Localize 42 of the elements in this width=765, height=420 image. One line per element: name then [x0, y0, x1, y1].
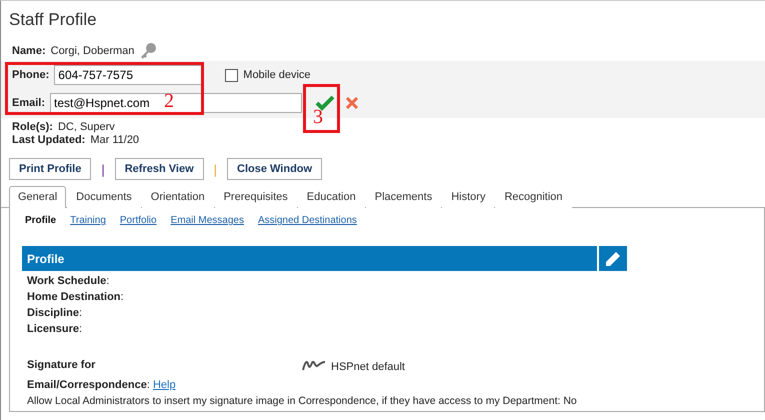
annotation-number: 2 — [164, 90, 174, 113]
field-label: Discipline: — [26, 307, 84, 321]
annotation-frame — [303, 84, 340, 133]
signature-label: Signature for — [27, 359, 96, 371]
separator: | — [101, 162, 105, 176]
pencil-icon — [605, 250, 621, 266]
roles-value: DC, Superv — [58, 120, 115, 133]
toolbar-button[interactable]: Print Profile — [9, 158, 92, 180]
key-icon — [139, 42, 158, 60]
field-label: Home Destination: — [26, 291, 125, 305]
help-link[interactable]: Help — [152, 379, 176, 391]
field-label: Work Schedule: — [26, 275, 110, 289]
tab[interactable]: General — [9, 186, 66, 208]
phone-field[interactable]: 604-757-7575 — [54, 65, 202, 86]
separator: | — [214, 162, 218, 176]
sub-tab-link[interactable]: Email Messages — [170, 215, 244, 226]
sub-tab-link[interactable]: Assigned Destinations — [258, 215, 357, 226]
email-label: Email: — [12, 97, 46, 110]
check-icon[interactable] — [315, 95, 336, 112]
annotation-number: 3 — [313, 106, 323, 129]
name-label: Name: — [12, 45, 46, 58]
last-updated-label: Last Updated: — [12, 134, 86, 146]
section-header: Profile — [22, 246, 597, 271]
field-label: Licensure: — [26, 323, 84, 337]
sub-tab-link[interactable]: Portfolio — [120, 215, 157, 226]
mobile-device-checkbox[interactable] — [225, 68, 238, 82]
toolbar-button[interactable]: Refresh View — [114, 158, 204, 180]
signature-drawing — [302, 358, 326, 372]
close-icon[interactable] — [346, 97, 358, 110]
last-updated-value: Mar 11/20 — [90, 134, 140, 146]
sub-tab-link[interactable]: Training — [70, 215, 106, 226]
phone-label: Phone: — [12, 69, 50, 82]
signature-value: HSPnet default — [331, 361, 405, 373]
toolbar-button[interactable]: Close Window — [227, 158, 322, 180]
roles-label: Role(s): — [12, 120, 53, 133]
name-value: Corgi, Doberman — [50, 45, 134, 58]
correspondence-label: Email/Correspondence: — [27, 379, 150, 391]
edit-button[interactable] — [599, 246, 627, 271]
sub-tab-link[interactable]: Profile — [25, 215, 56, 226]
note-text: Allow Local Administrators to insert my signature image in Correspondence, if they have access to my Department: No — [26, 395, 578, 409]
window-title: Staff Profile — [8, 9, 98, 31]
mobile-device-label: Mobile device — [243, 69, 311, 82]
